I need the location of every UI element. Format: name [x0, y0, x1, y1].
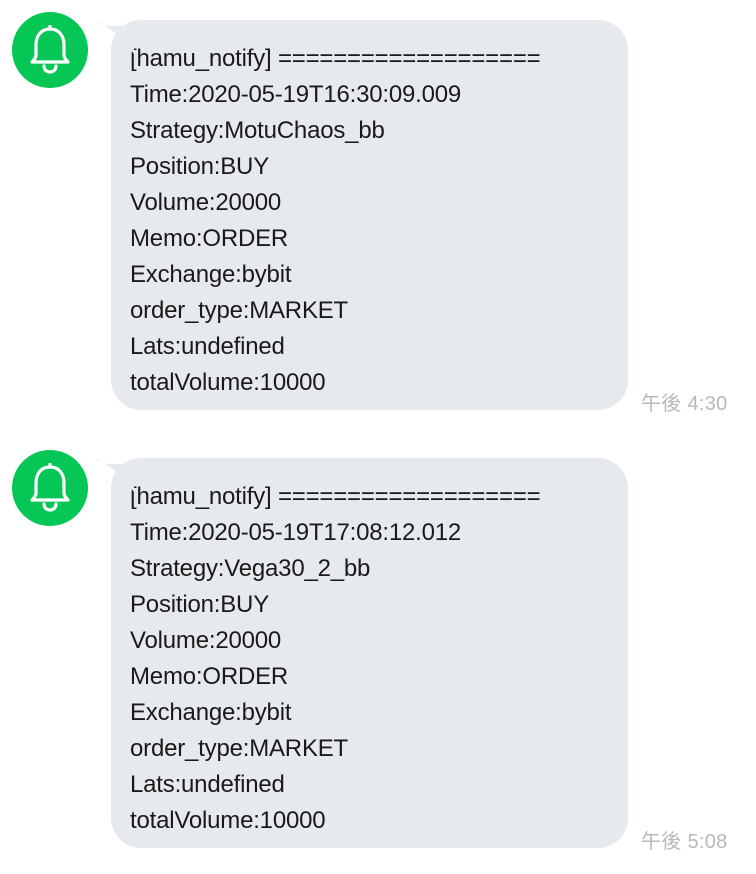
bubble-tail — [94, 458, 134, 492]
chat-message: [hamu_notify] =================== Time:2… — [0, 438, 756, 874]
message-line-strategy: Strategy:Vega30_2_bb — [130, 555, 371, 582]
message-line-header: [hamu_notify] =================== — [130, 45, 541, 72]
message-line-header: [hamu_notify] =================== — [130, 483, 541, 510]
message-line-time: Time:2020-05-19T17:08:12.012 — [130, 519, 462, 546]
message-line-lats: Lats:undefined — [130, 771, 285, 798]
message-line-volume: Volume:20000 — [130, 189, 282, 216]
message-line-exchange: Exchange:bybit — [130, 699, 292, 726]
message-timestamp: 午後 5:08 — [641, 831, 728, 853]
message-line-total-volume: totalVolume:10000 — [130, 369, 326, 396]
message-line-position: Position:BUY — [130, 591, 269, 618]
message-line-total-volume: totalVolume:10000 — [130, 807, 326, 834]
message-bubble[interactable]: [hamu_notify] =================== Time:2… — [94, 20, 628, 410]
message-line-strategy: Strategy:MotuChaos_bb — [130, 117, 385, 144]
bubble-tail — [94, 20, 134, 54]
bell-icon — [30, 25, 70, 74]
message-line-memo: Memo:ORDER — [130, 225, 289, 252]
message-line-lats: Lats:undefined — [130, 333, 285, 360]
bell-icon — [30, 463, 70, 512]
message-line-volume: Volume:20000 — [130, 627, 282, 654]
sender-avatar[interactable] — [12, 12, 88, 88]
message-line-memo: Memo:ORDER — [130, 663, 289, 690]
message-line-position: Position:BUY — [130, 153, 269, 180]
message-line-order-type: order_type:MARKET — [130, 297, 349, 324]
message-bubble[interactable]: [hamu_notify] =================== Time:2… — [94, 458, 628, 848]
message-line-order-type: order_type:MARKET — [130, 735, 349, 762]
message-line-exchange: Exchange:bybit — [130, 261, 292, 288]
message-line-time: Time:2020-05-19T16:30:09.009 — [130, 81, 462, 108]
message-timestamp: 午後 4:30 — [641, 393, 728, 415]
sender-avatar[interactable] — [12, 450, 88, 526]
chat-message: [hamu_notify] =================== Time:2… — [0, 0, 756, 420]
